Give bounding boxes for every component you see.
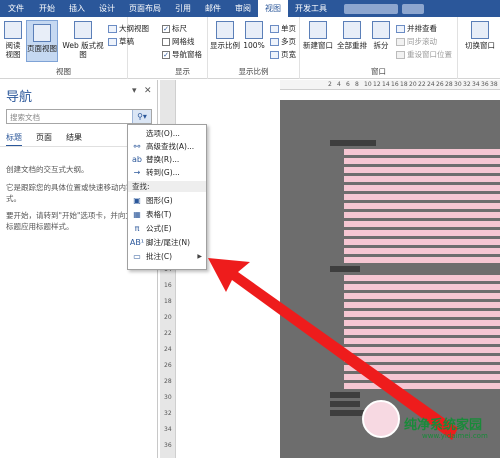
- watermark-url: www.yidaimei.com: [422, 432, 488, 440]
- watermark-text: 纯净系统家园: [404, 418, 483, 433]
- red-arrow-shape: [208, 258, 458, 440]
- annotation-arrow: [208, 258, 458, 440]
- watermark-logo: [362, 400, 400, 438]
